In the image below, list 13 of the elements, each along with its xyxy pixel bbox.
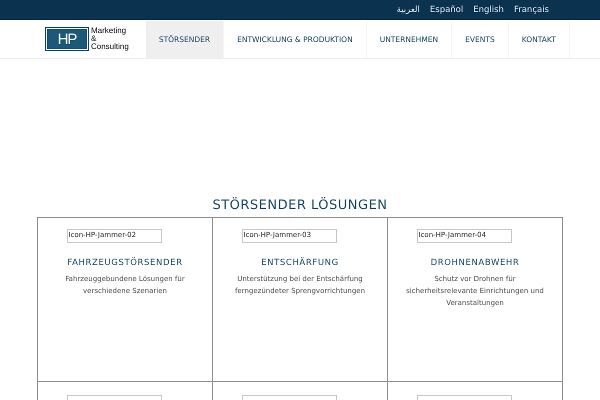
logo-text: & [91,35,96,43]
logo-mark: HP [46,28,88,50]
card-title: DROHNENABWEHR [430,258,520,268]
logo-text: Marketing [91,27,128,35]
language-link[interactable]: Español [430,5,464,15]
language-link[interactable]: العربية [396,5,420,15]
language-link[interactable]: Français [514,5,549,15]
card-title: FAHRZEUGSTÖRSENDER [67,258,183,268]
section-heading: STÖRSENDER LÖSUNGEN [211,198,389,213]
language-link[interactable]: English [473,5,504,15]
logo-text: Consulting [91,43,129,51]
card-title: ENTSCHÄRFUNG [261,258,339,268]
company-logo[interactable]: HP Marketing & Consulting [46,20,129,58]
